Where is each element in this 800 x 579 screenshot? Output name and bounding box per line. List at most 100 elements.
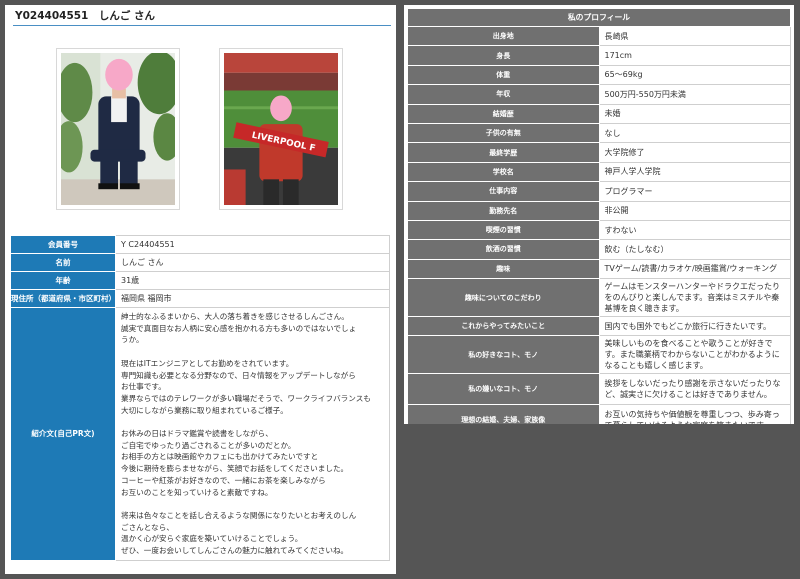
row-label: 私の好きなコト、モノ [407,335,600,375]
row-value: 65〜69kg [598,64,791,86]
table-row: 体重 65〜69kg [407,64,791,86]
row-value: 国内でも国外でもどこか旅行に行きたいです。 [598,316,791,337]
intro-line: 大切にしながら業務に取り組まれているご様子。 [121,405,288,415]
table-row: 最終学歴 大学院修了 [407,142,791,163]
row-label: 理想の結婚、夫婦、家族像 [407,404,600,424]
intro-line: 誠実で真面目なお人柄に安心感を抱かれる方も多いのではないでしょ [121,323,357,333]
profile-photo-2[interactable]: LIVERPOOL F [219,48,343,210]
profile-photo-suit-icon [61,53,175,205]
table-row: 勤務先名 非公開 [407,200,791,221]
row-value: お互いの気持ちや価値観を尊重しつつ、歩み寄って暮らしていけるような家庭を築きたい… [598,404,791,424]
row-label: 趣味 [407,258,600,280]
intro-line: 紳士的なふるまいから、大人の落ち着きを感じさせるしんごさん。 [121,312,349,321]
intro-line [121,346,384,358]
intro-line: ご自宅でゆったり過ごされることが多いのだとか。 [121,440,296,450]
row-value: TVゲーム/読書/カラオケ/映画鑑賞/ウォーキング [598,258,791,280]
intro-line: 将来は色々なことを話し合えるような関係になりたいとお考えのしん [121,510,357,520]
table-row: 趣味 TVゲーム/読書/カラオケ/映画鑑賞/ウォーキング [407,258,791,280]
table-row: 喫煙の習慣 すわない [407,219,791,241]
table-row: 私の好きなコト、モノ 美味しいものを食べることや歌うことが好きです。また職業柄でわ… [407,335,791,375]
table-row: 出身地 長崎県 [407,25,791,47]
row-label: 最終学歴 [407,142,600,163]
intro-text: 紳士的なふるまいから、大人の落ち着きを感じさせるしんごさん。 誠実で真面目なお人… [115,307,390,561]
row-value: 171cm [598,45,791,66]
address-value: 福岡県 福岡市 [115,289,390,308]
table-row: 飲酒の習慣 飲む（たしなむ） [407,239,791,260]
row-value: プログラマー [598,181,791,202]
row-label: 名前 [10,253,116,272]
row-value: ゲームはモンスターハンターやドラクエだったりをのんびりと楽しんでます。音楽はミス… [598,278,791,318]
intro-line: お相手の方とは映画館やカフェにも出かけてみたいですと [121,452,319,462]
row-label: 飲酒の習慣 [407,239,600,260]
intro-line: ぜひ、一度お会いしてしんごさんの魅力に触れてみてくださいね。 [121,546,349,556]
row-value: 長崎県 [598,25,791,47]
row-value: 神戸人学人学院 [598,161,791,183]
intro-line: お互いのことを知っていけると素敵ですね。 [121,487,273,497]
member-number-value: Y C24404551 [115,235,390,254]
row-value: 未婚 [598,103,791,124]
row-label: 体重 [407,64,600,86]
intro-line: 専門知識も必要となる分野なので、日々情報をアップデートしながら [121,370,356,380]
intro-line: お休みの日はドラマ鑑賞や読書をしながら、 [121,429,273,438]
age-value: 31歳 [115,271,390,290]
row-value: 飲む（たしなむ） [598,239,791,260]
intro-line: コーヒーや紅茶がお好きなので、一緒にお茶を楽しみながら [121,475,326,485]
table-row: 趣味についてのこだわり ゲームはモンスターハンターやドラクエだったりをのんびりと楽… [407,278,791,318]
profile-photo-1[interactable] [56,48,180,210]
intro-line: 現在はITエンジニアとしてお勤めをされています。 [121,358,294,368]
intro-line: うか。 [121,335,144,345]
row-label: 子供の有無 [407,122,600,144]
profile-title: 私のプロフィール [407,8,791,27]
row-value: 500万円-550万円未満 [598,84,791,105]
row-value: すわない [598,219,791,241]
row-value: 挨拶をしないだったり感謝を示さないだったりなど、誠実さに欠けることは好きでありま… [598,373,791,406]
row-value: 美味しいものを食べることや歌うことが好きです。また職業柄でわからないことがわかる… [598,335,791,375]
intro-label: 紹介文(自己PR文) [10,307,116,561]
intro-line [121,416,384,428]
row-value: 大学院修了 [598,142,791,163]
row-label: 学校名 [407,161,600,183]
row-label: 結婚歴 [407,103,600,124]
row-label: 仕事内容 [407,181,600,202]
row-label: 現住所（都道府県・市区町村） [10,289,116,308]
intro-line: ごさんとなら、 [121,522,174,532]
intro-line [121,498,384,510]
row-value: 非公開 [598,200,791,221]
table-row: 名前 しんご さん [10,253,390,272]
table-row: 私の嫌いなコト、モノ 挨拶をしないだったり感謝を示さないだったりなど、誠実さに欠け… [407,373,791,406]
row-label: 私の嫌いなコト、モノ [407,373,600,406]
row-label: 趣味についてのこだわり [407,278,600,318]
table-row: 理想の結婚、夫婦、家族像お互いの気持ちや価値観を尊重しつつ、歩み寄って暮らしてい… [407,404,791,424]
row-label: 喫煙の習慣 [407,219,600,241]
row-label: 身長 [407,45,600,66]
row-label: 勤務先名 [407,200,600,221]
row-label: 会員番号 [10,235,116,254]
member-detail-panel: Y024404551 しんご さん LIVERPOOL F 会員番号 Y C24… [5,5,396,574]
row-value: なし [598,122,791,144]
profile-photo-stadium-icon: LIVERPOOL F [224,53,338,205]
row-label: 年収 [407,84,600,105]
intro-line: 温かく心が安らぐ家庭を築いていけることでしょう。 [121,534,303,544]
basic-info-table: 会員番号 Y C24404551 名前 しんご さん 年齢 31歳 現住所（都道… [10,235,390,561]
member-title: Y024404551 しんご さん [13,9,391,26]
table-row: 結婚歴 未婚 [407,103,791,124]
name-value: しんご さん [115,253,390,272]
row-label: 年齢 [10,271,116,290]
table-row: 学校名 神戸人学人学院 [407,161,791,183]
table-row: 現住所（都道府県・市区町村） 福岡県 福岡市 [10,289,390,308]
table-row: 会員番号 Y C24404551 [10,235,390,254]
intro-line: 業界ならではのテレワークが多い職場だそうで、ワークライフバランスも [121,393,371,403]
row-label: これからやってみたいこと [407,316,600,337]
row-label: 出身地 [407,25,600,47]
table-row: これからやってみたいこと 国内でも国外でもどこか旅行に行きたいです。 [407,316,791,337]
table-row: 身長 171cm [407,45,791,66]
table-row: 仕事内容 プログラマー [407,181,791,202]
profile-table: 私のプロフィール 出身地 長崎県 身長 171cm 体重 65〜69kg 年収 500万… [407,8,791,424]
table-row: 年収 500万円-550万円未満 [407,84,791,105]
table-row: 紹介文(自己PR文) 紳士的なふるまいから、大人の落ち着きを感じさせるしんごさん… [10,307,390,561]
table-row: 子供の有無 なし [407,122,791,144]
table-row: 年齢 31歳 [10,271,390,290]
intro-line: お仕事です。 [121,382,166,392]
intro-line: 今後に期待を膨らませながら、笑顔でお話をしてくださいました。 [121,464,349,474]
profile-panel: 私のプロフィール 出身地 長崎県 身長 171cm 体重 65〜69kg 年収 500万… [404,5,794,424]
